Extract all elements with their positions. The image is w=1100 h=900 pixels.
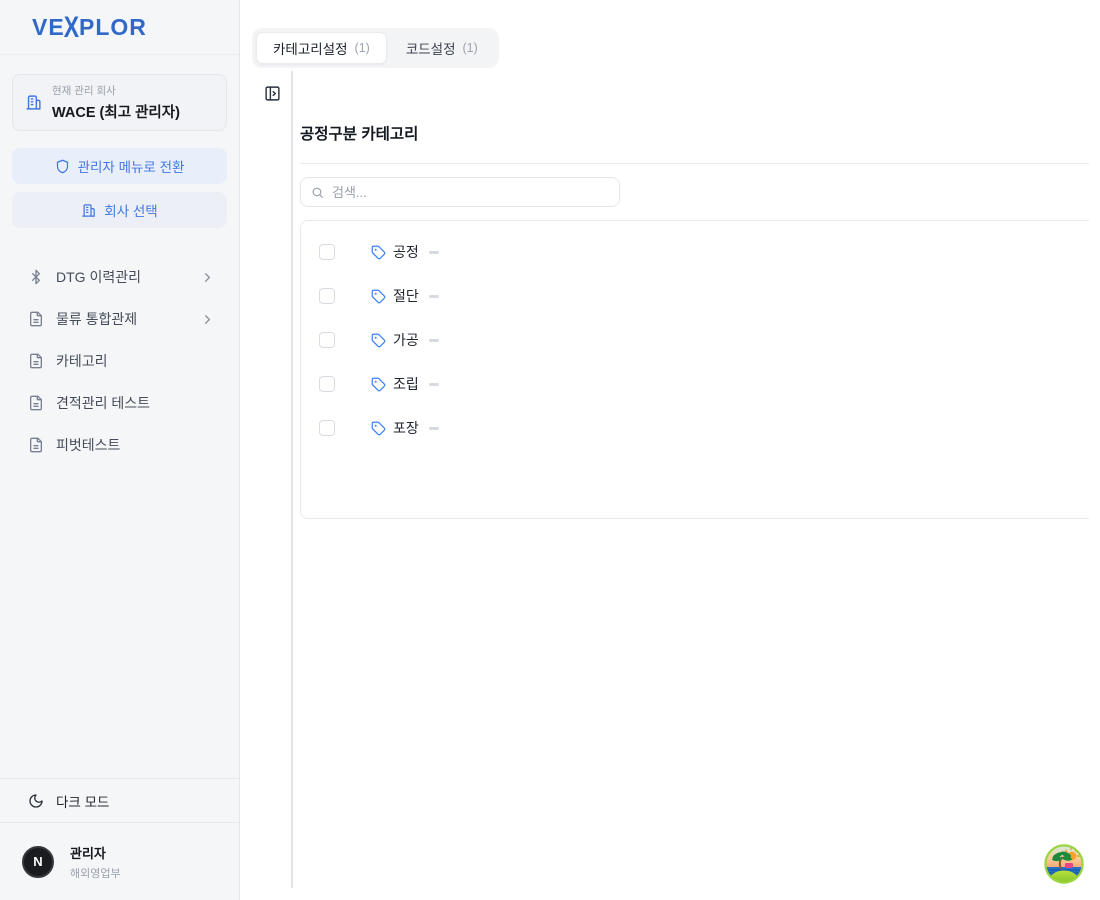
tag-icon bbox=[371, 333, 386, 348]
user-profile[interactable]: N 관리자 해외영업부 bbox=[0, 822, 239, 900]
select-company-button[interactable]: 회사 선택 bbox=[12, 192, 227, 228]
sidebar-item-label: 카테고리 bbox=[56, 351, 108, 371]
category-label[interactable]: 가공 bbox=[393, 330, 419, 350]
sidebar: VEXPLOR 현재 관리 회사 WACE (최고 관리자) 관리자 메뉴로 전… bbox=[0, 0, 240, 900]
logo-area: VEXPLOR bbox=[0, 0, 239, 55]
category-panel: 공정구분 카테고리 공정 bbox=[300, 71, 1089, 900]
sidebar-item-dtg-history[interactable]: DTG 이력관리 bbox=[12, 256, 227, 298]
category-row: 포장 bbox=[301, 406, 1089, 450]
sidebar-item-quote-test[interactable]: 견적관리 테스트 bbox=[12, 382, 227, 424]
category-checkbox[interactable] bbox=[319, 332, 335, 348]
search-icon bbox=[311, 186, 324, 199]
sidebar-item-label: 물류 통합관제 bbox=[56, 309, 137, 329]
category-label[interactable]: 포장 bbox=[393, 418, 419, 438]
category-row: 가공 bbox=[301, 318, 1089, 362]
avatar: N bbox=[22, 846, 54, 878]
tag-icon bbox=[371, 289, 386, 304]
category-checkbox[interactable] bbox=[319, 376, 335, 392]
logo-text: PLOR bbox=[79, 14, 147, 40]
sidebar-item-label: 견적관리 테스트 bbox=[56, 393, 150, 413]
category-checkbox[interactable] bbox=[319, 288, 335, 304]
user-department: 해외영업부 bbox=[70, 865, 121, 881]
category-label[interactable]: 절단 bbox=[393, 286, 419, 306]
sidebar-nav: DTG 이력관리 물류 통합관제 카테고리 bbox=[0, 256, 239, 466]
switch-to-admin-menu-label: 관리자 메뉴로 전환 bbox=[78, 156, 185, 176]
vexplor-logo[interactable]: VEXPLOR bbox=[32, 14, 147, 41]
category-dash bbox=[429, 295, 439, 298]
main-content: 카테고리설정 (1) 코드설정 (1) 공정구분 카테고리 bbox=[240, 0, 1100, 900]
tag-icon bbox=[371, 245, 386, 260]
switch-to-admin-menu-button[interactable]: 관리자 메뉴로 전환 bbox=[12, 148, 227, 184]
tab-label: 코드설정 bbox=[406, 38, 456, 58]
document-icon bbox=[28, 353, 44, 369]
title-divider bbox=[300, 163, 1089, 164]
sidebar-item-category[interactable]: 카테고리 bbox=[12, 340, 227, 382]
bluetooth-icon bbox=[28, 269, 44, 285]
settings-tabbar: 카테고리설정 (1) 코드설정 (1) bbox=[252, 28, 499, 68]
logo-text: VE bbox=[32, 14, 65, 40]
company-name: WACE (최고 관리자) bbox=[52, 101, 180, 122]
category-checkbox[interactable] bbox=[319, 244, 335, 260]
category-dash bbox=[429, 251, 439, 254]
tag-icon bbox=[371, 421, 386, 436]
category-dash bbox=[429, 427, 439, 430]
search-input[interactable] bbox=[332, 185, 609, 200]
sidebar-item-logistics-control[interactable]: 물류 통합관제 bbox=[12, 298, 227, 340]
tab-count-badge: (1) bbox=[355, 41, 370, 55]
document-icon bbox=[28, 395, 44, 411]
moon-icon bbox=[28, 793, 44, 809]
document-icon bbox=[28, 311, 44, 327]
tropical-island-icon bbox=[1044, 844, 1084, 884]
panel-left-open-icon bbox=[264, 85, 281, 102]
panel-resize-handle[interactable] bbox=[291, 71, 293, 888]
tab-category-settings[interactable]: 카테고리설정 (1) bbox=[256, 32, 387, 64]
logo-x-glyph: X bbox=[64, 10, 80, 45]
page-title: 공정구분 카테고리 bbox=[300, 122, 1089, 144]
category-label[interactable]: 공정 bbox=[393, 242, 419, 262]
building-icon bbox=[81, 203, 96, 218]
current-company-card: 현재 관리 회사 WACE (최고 관리자) bbox=[12, 74, 227, 131]
building-icon bbox=[25, 94, 42, 111]
company-card-texts: 현재 관리 회사 WACE (최고 관리자) bbox=[52, 83, 180, 122]
user-texts: 관리자 해외영업부 bbox=[70, 843, 121, 881]
dark-mode-label: 다크 모드 bbox=[56, 791, 109, 811]
category-dash bbox=[429, 339, 439, 342]
select-company-label: 회사 선택 bbox=[104, 200, 157, 220]
tab-label: 카테고리설정 bbox=[273, 38, 348, 58]
document-icon bbox=[28, 437, 44, 453]
chevron-right-icon bbox=[200, 312, 215, 327]
shield-icon bbox=[55, 159, 70, 174]
company-card-label: 현재 관리 회사 bbox=[52, 83, 180, 98]
category-row: 절단 bbox=[301, 274, 1089, 318]
category-list-card: 공정 절단 가공 bbox=[300, 220, 1089, 519]
island-widget-button[interactable] bbox=[1044, 844, 1084, 884]
dark-mode-toggle[interactable]: 다크 모드 bbox=[0, 778, 239, 822]
category-row: 공정 bbox=[301, 230, 1089, 274]
category-checkbox[interactable] bbox=[319, 420, 335, 436]
sidebar-item-pivot-test[interactable]: 피벗테스트 bbox=[12, 424, 227, 466]
user-name: 관리자 bbox=[70, 843, 121, 862]
sidebar-item-label: 피벗테스트 bbox=[56, 435, 120, 455]
category-search bbox=[300, 177, 620, 207]
app-window: VEXPLOR 현재 관리 회사 WACE (최고 관리자) 관리자 메뉴로 전… bbox=[0, 0, 1100, 900]
panel-toggle-button[interactable] bbox=[262, 83, 283, 104]
chevron-right-icon bbox=[200, 270, 215, 285]
sidebar-item-label: DTG 이력관리 bbox=[56, 267, 141, 287]
tab-code-settings[interactable]: 코드설정 (1) bbox=[389, 32, 495, 64]
sidebar-spacer bbox=[0, 466, 239, 778]
category-label[interactable]: 조립 bbox=[393, 374, 419, 394]
category-dash bbox=[429, 383, 439, 386]
tag-icon bbox=[371, 377, 386, 392]
category-row: 조립 bbox=[301, 362, 1089, 406]
tab-count-badge: (1) bbox=[463, 41, 478, 55]
